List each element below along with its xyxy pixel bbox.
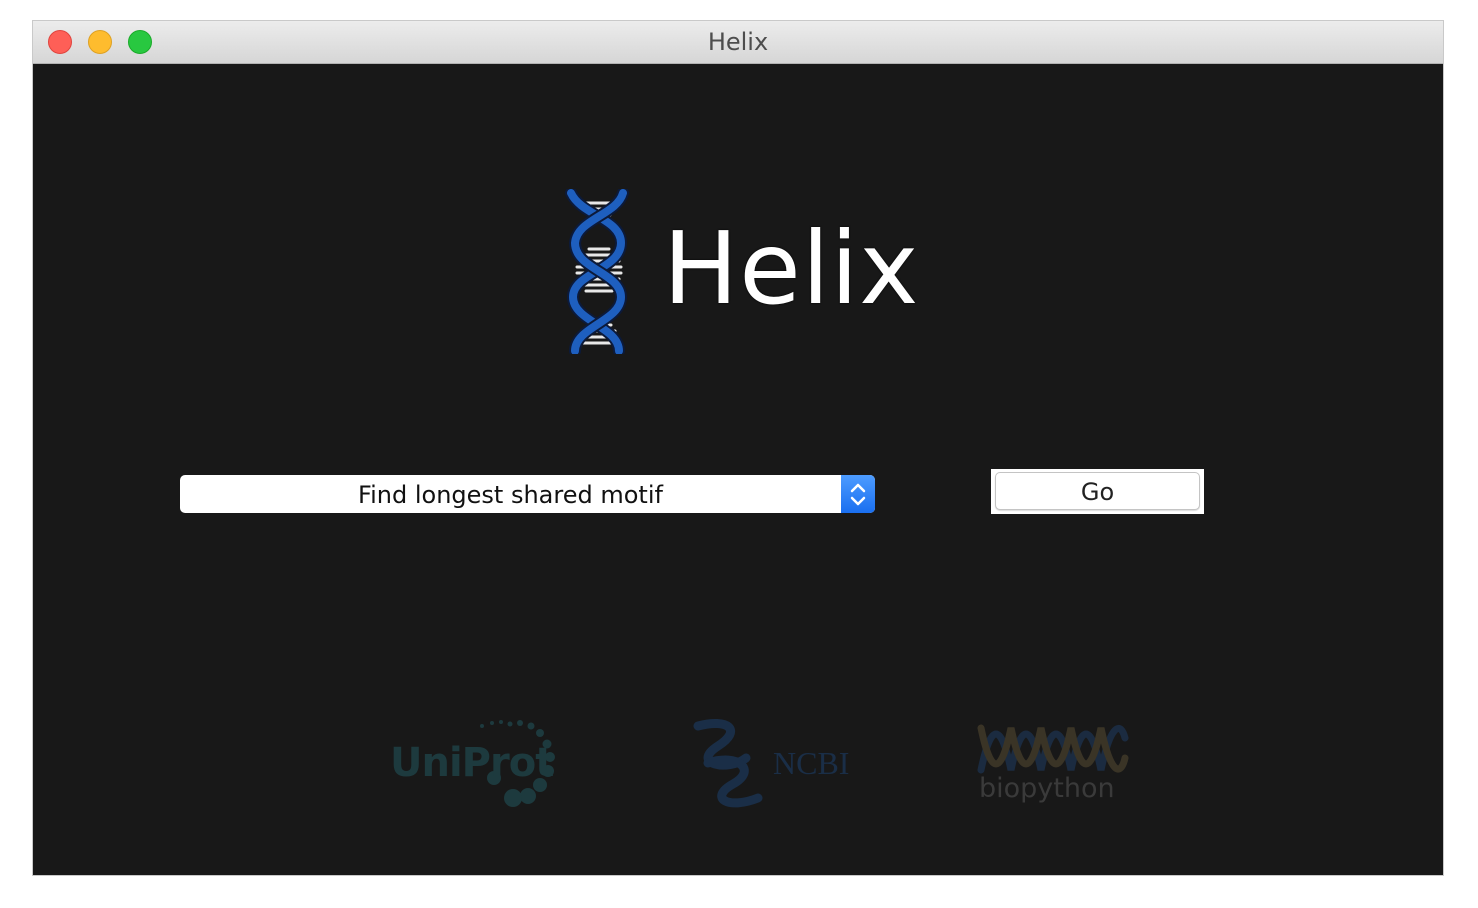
partner-logos: UniProt NCBI biopython <box>33 21 1443 875</box>
biopython-logo: biopython <box>975 718 1135 813</box>
biopython-logo-text: biopython <box>979 773 1115 804</box>
ncbi-helix-icon <box>693 718 763 808</box>
app-window: Helix Helix Find longest shared motif Go… <box>33 21 1443 875</box>
biopython-wave-icon <box>977 724 1129 774</box>
ncbi-logo-text: NCBI <box>773 745 850 781</box>
uniprot-logo-text: UniProt <box>390 740 554 786</box>
uniprot-logo: UniProt <box>388 718 558 813</box>
ncbi-logo: NCBI <box>688 718 858 813</box>
